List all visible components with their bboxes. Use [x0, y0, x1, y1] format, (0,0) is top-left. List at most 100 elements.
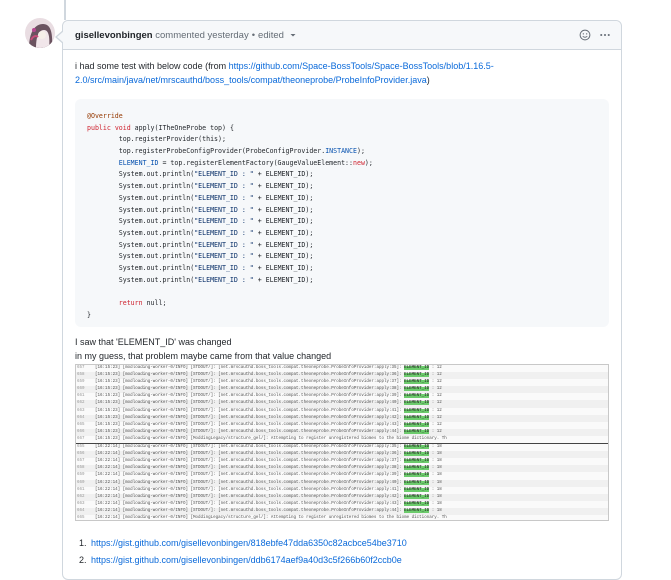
- code-line: return null;: [87, 298, 597, 310]
- code-text: System.out.println(: [118, 240, 195, 249]
- log-text: [16:15:23] [modloading-worker-0/INFO] [S…: [95, 401, 405, 406]
- code-line: System.out.println("ELEMENT_ID : " + ELE…: [87, 228, 597, 240]
- log-line-number: 662: [77, 401, 85, 406]
- log-row: 662 [16:22:14] [modloading-worker-0/INFO]…: [76, 493, 608, 501]
- log-highlight: ELEMENT_ID: [404, 366, 430, 370]
- code-line: System.out.println("ELEMENT_ID : " + ELE…: [87, 251, 597, 263]
- add-reaction-button[interactable]: [579, 29, 591, 41]
- log-row: 655 [16:22:14] [modloading-worker-0/INFO]…: [76, 444, 608, 451]
- log-row: 662 [16:15:23] [modloading-worker-0/INFO]…: [76, 400, 608, 408]
- log-text: [16:15:23] [modloading-worker-0/INFO] [S…: [95, 422, 405, 427]
- log-value: : 12: [429, 408, 442, 413]
- log-line-number: 658: [77, 466, 85, 471]
- code-line: @Override: [87, 112, 123, 120]
- code-text: + ELEMENT_ID);: [253, 228, 314, 237]
- log-value: : 12: [429, 366, 442, 370]
- log-text: [16:15:23] [modloading-worker-0/INFO] [S…: [95, 394, 405, 399]
- log-row: 661 [16:15:23] [modloading-worker-0/INFO]…: [76, 393, 608, 400]
- comment-time[interactable]: yesterday: [208, 30, 249, 41]
- log-row: 658 [16:22:14] [modloading-worker-0/INFO]…: [76, 465, 608, 473]
- log-line-number: 660: [77, 387, 85, 392]
- log-highlight: ELEMENT_ID: [404, 459, 430, 464]
- log-line-number: 667: [77, 436, 85, 441]
- code-string: "ELEMENT_ID : ": [194, 193, 254, 202]
- timeline-line: [64, 0, 66, 20]
- code-text: System.out.println(: [118, 217, 195, 226]
- log-text: [16:15:23] [modloading-worker-0/INFO] [S…: [95, 380, 405, 385]
- log-highlight: ELEMENT_ID: [404, 429, 430, 434]
- comment-author[interactable]: gisellevonbingen: [75, 30, 153, 41]
- intro-prefix: i had some test with below code (from: [75, 61, 229, 71]
- log-text: [16:15:23] [modloading-worker-0/INFO] [M…: [95, 436, 447, 441]
- log-highlight: ELEMENT_ID: [404, 394, 430, 399]
- log-text: [16:22:14] [modloading-worker-0/INFO] [S…: [95, 445, 405, 450]
- code-text: System.out.println(: [118, 170, 195, 179]
- log-text: [16:15:23] [modloading-worker-0/INFO] [S…: [95, 408, 405, 413]
- log-value: : 18: [429, 466, 442, 471]
- code-string: "ELEMENT_ID : ": [194, 205, 254, 214]
- code-text: System.out.println(: [118, 275, 195, 284]
- log-value: : 12: [429, 387, 442, 392]
- code-text: apply(ITheOneProbe top) {: [130, 123, 234, 132]
- code-line: System.out.println("ELEMENT_ID : " + ELE…: [87, 240, 597, 252]
- list-item: https://gist.github.com/gisellevonbingen…: [89, 535, 609, 552]
- gist-link[interactable]: https://gist.github.com/gisellevonbingen…: [91, 538, 407, 548]
- log-line-number: 664: [77, 508, 85, 513]
- log-highlight: ELEMENT_ID: [404, 373, 430, 378]
- edited-dropdown[interactable]: edited: [258, 30, 297, 41]
- comment-header: gisellevonbingen commented yesterday • e…: [63, 21, 621, 50]
- code-text: + ELEMENT_ID);: [253, 182, 314, 191]
- log-screenshot[interactable]: 657 [16:15:23] [modloading-worker-0/INFO]…: [75, 364, 609, 521]
- observation-note: I saw that 'ELEMENT_ID' was changed in m…: [75, 335, 609, 363]
- log-row: 657 [16:22:14] [modloading-worker-0/INFO]…: [76, 458, 608, 465]
- gist-link[interactable]: https://gist.github.com/gisellevonbingen…: [91, 555, 402, 565]
- header-separator: •: [251, 29, 256, 41]
- code-line: top.registerProvider(this);: [87, 134, 597, 146]
- code-string: "ELEMENT_ID : ": [194, 240, 254, 249]
- log-text: [16:22:14] [modloading-worker-0/INFO] [S…: [95, 466, 405, 471]
- log-text: [16:15:23] [modloading-worker-0/INFO] [S…: [95, 373, 405, 378]
- log-text: [16:15:23] [modloading-worker-0/INFO] [S…: [95, 429, 405, 434]
- log-line-number: 663: [77, 501, 85, 506]
- log-value: : 18: [429, 473, 442, 478]
- log-value: : 18: [429, 452, 442, 457]
- kebab-horizontal-icon: [600, 33, 610, 37]
- code-text: top.registerProbeConfigProvider(ProbeCon…: [118, 147, 326, 156]
- log-row: 657 [16:15:23] [modloading-worker-0/INFO]…: [76, 365, 608, 372]
- code-line: System.out.println("ELEMENT_ID : " + ELE…: [87, 205, 597, 217]
- log-highlight: ELEMENT_ID: [404, 501, 430, 506]
- code-line: System.out.println("ELEMENT_ID : " + ELE…: [87, 169, 597, 181]
- log-value: : 12: [429, 401, 442, 406]
- note-line: in my guess, that problem maybe came fro…: [75, 351, 332, 361]
- log-row: 663 [16:15:23] [modloading-worker-0/INFO]…: [76, 408, 608, 415]
- log-text: [16:15:23] [modloading-worker-0/INFO] [S…: [95, 387, 405, 392]
- code-string: "ELEMENT_ID : ": [194, 263, 254, 272]
- log-text: [16:22:14] [modloading-worker-0/INFO] [S…: [95, 452, 405, 457]
- log-line-number: 666: [77, 429, 85, 434]
- log-row: 659 [16:15:23] [modloading-worker-0/INFO]…: [76, 379, 608, 386]
- log-highlight: ELEMENT_ID: [404, 415, 430, 420]
- code-text: = top.registerElementFactory(GaugeValueE…: [158, 158, 353, 167]
- code-text: System.out.println(: [118, 193, 195, 202]
- log-value: : 12: [429, 373, 442, 378]
- code-keyword: new: [353, 158, 365, 167]
- log-value: : 18: [429, 501, 442, 506]
- log-text: [16:15:23] [modloading-worker-0/INFO] [S…: [95, 366, 405, 370]
- log-value: : 12: [429, 422, 442, 427]
- more-options-button[interactable]: [599, 29, 611, 41]
- comment-action: commented: [155, 29, 205, 41]
- code-text: + ELEMENT_ID);: [253, 217, 314, 226]
- code-string: "ELEMENT_ID : ": [194, 170, 254, 179]
- code-string: "ELEMENT_ID : ": [194, 182, 254, 191]
- log-row: 661 [16:22:14] [modloading-worker-0/INFO]…: [76, 487, 608, 494]
- log-row: 667 [16:15:23] [modloading-worker-0/INFO]…: [76, 436, 608, 443]
- code-field: ELEMENT_ID: [118, 158, 159, 167]
- log-value: : 18: [429, 487, 442, 492]
- code-keyword: void: [114, 123, 131, 132]
- avatar[interactable]: [25, 18, 55, 48]
- issue-comment: gisellevonbingen commented yesterday • e…: [55, 20, 622, 580]
- log-highlight: ELEMENT_ID: [404, 408, 430, 413]
- log-value: : 18: [429, 508, 442, 513]
- code-line: System.out.println("ELEMENT_ID : " + ELE…: [87, 275, 597, 287]
